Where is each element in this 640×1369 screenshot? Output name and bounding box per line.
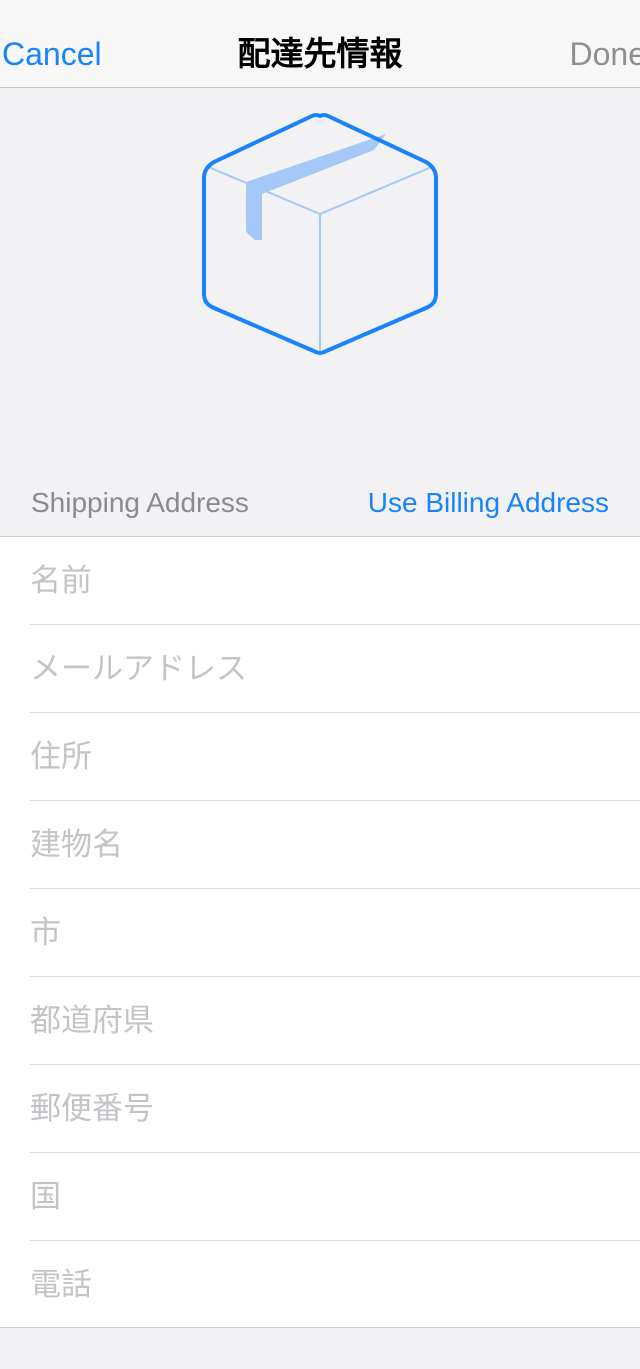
country-field[interactable]: 国	[30, 1153, 640, 1241]
field-placeholder: 国	[30, 1179, 61, 1215]
city-field[interactable]: 市	[30, 889, 640, 977]
field-placeholder: 建物名	[30, 827, 123, 863]
phone-field[interactable]: 電話	[30, 1241, 640, 1329]
package-box-icon	[202, 113, 438, 355]
navigation-bar: Cancel 配達先情報 Done	[0, 0, 640, 88]
field-placeholder: 住所	[30, 739, 92, 775]
field-placeholder: 都道府県	[30, 1003, 154, 1039]
section-label: Shipping Address	[31, 487, 249, 518]
building-name-field[interactable]: 建物名	[30, 801, 640, 889]
postal-code-field[interactable]: 郵便番号	[30, 1065, 640, 1153]
field-placeholder: 市	[30, 915, 61, 951]
field-placeholder: 電話	[30, 1267, 92, 1303]
page-title: 配達先情報	[237, 34, 403, 73]
done-button[interactable]: Done	[570, 34, 640, 74]
address-field[interactable]: 住所	[30, 713, 640, 801]
use-billing-address-link[interactable]: Use Billing Address	[368, 486, 609, 520]
field-placeholder: 郵便番号	[30, 1091, 154, 1127]
address-form: 名前 メールアドレス 住所 建物名 市 都道府県 郵便番号 国 電話	[0, 536, 640, 1328]
prefecture-field[interactable]: 都道府県	[30, 977, 640, 1065]
name-field[interactable]: 名前	[30, 537, 640, 625]
email-field[interactable]: メールアドレス	[30, 625, 640, 713]
field-placeholder: 名前	[30, 563, 92, 599]
shipping-address-header: Shipping Address Use Billing Address	[0, 470, 640, 536]
field-placeholder: メールアドレス	[30, 651, 247, 687]
